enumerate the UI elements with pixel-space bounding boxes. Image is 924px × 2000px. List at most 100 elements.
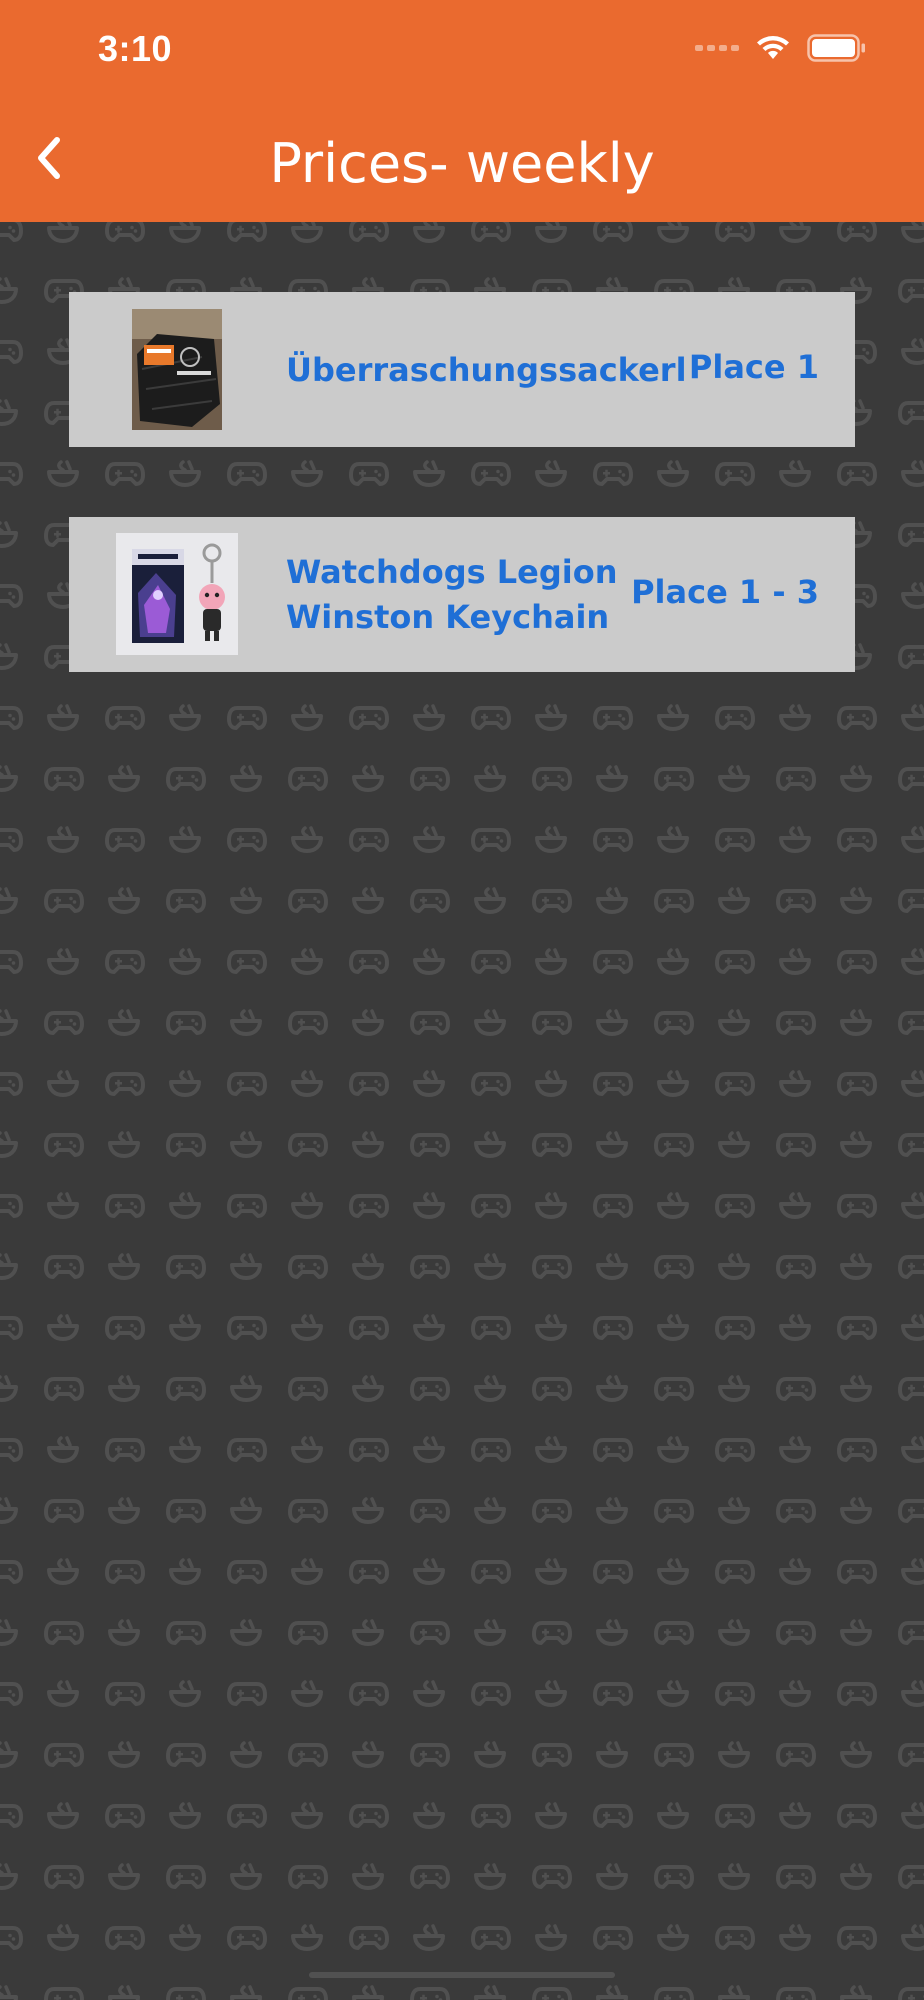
bowl-icon	[230, 1131, 262, 1158]
prize-name: Überraschungssackerl	[286, 351, 687, 389]
gamepad-icon	[532, 1865, 572, 1889]
gamepad-icon	[227, 1804, 267, 1828]
gamepad-icon	[288, 1377, 328, 1401]
gamepad-icon	[837, 1926, 877, 1950]
gamepad-icon	[349, 1682, 389, 1706]
bowl-icon	[596, 1863, 628, 1890]
bowl-icon	[169, 1924, 201, 1951]
bowl-icon	[47, 460, 79, 487]
gamepad-icon	[776, 1865, 816, 1889]
gamepad-icon	[776, 1499, 816, 1523]
gamepad-icon	[288, 1133, 328, 1157]
gamepad-icon	[0, 340, 23, 364]
gamepad-icon	[410, 1499, 450, 1523]
gamepad-icon	[837, 1560, 877, 1584]
gamepad-icon	[715, 1804, 755, 1828]
status-time: 3:10	[98, 28, 173, 69]
bowl-icon	[840, 1741, 872, 1768]
prize-card[interactable]: Überraschungssackerl Place 1	[69, 292, 855, 447]
bowl-icon	[901, 1802, 924, 1829]
gamepad-icon	[105, 950, 145, 974]
bowl-icon	[108, 1497, 140, 1524]
gamepad-icon	[166, 767, 206, 791]
gamepad-icon	[532, 767, 572, 791]
bowl-icon	[413, 1192, 445, 1219]
bowl-icon	[169, 1680, 201, 1707]
bowl-icon	[108, 1009, 140, 1036]
gamepad-icon	[288, 1255, 328, 1279]
bowl-icon	[0, 765, 18, 792]
bowl-icon	[47, 1558, 79, 1585]
bowl-icon	[413, 1680, 445, 1707]
bowl-icon	[0, 1009, 18, 1036]
gamepad-icon	[898, 1621, 924, 1645]
gamepad-icon	[0, 222, 23, 242]
bowl-icon	[840, 887, 872, 914]
bowl-icon	[352, 1497, 384, 1524]
bowl-icon	[474, 765, 506, 792]
gamepad-icon	[898, 523, 924, 547]
bowl-icon	[230, 765, 262, 792]
bowl-icon	[474, 1253, 506, 1280]
bowl-icon	[657, 704, 689, 731]
gamepad-icon	[166, 1133, 206, 1157]
bowl-icon	[718, 765, 750, 792]
gamepad-icon	[288, 1011, 328, 1035]
background-pattern	[0, 222, 924, 2000]
bowl-icon	[108, 1619, 140, 1646]
bowl-icon	[169, 1314, 201, 1341]
bowl-icon	[413, 704, 445, 731]
gamepad-icon	[227, 1194, 267, 1218]
bowl-icon	[535, 460, 567, 487]
bowl-icon	[718, 1619, 750, 1646]
gamepad-icon	[532, 1987, 572, 2000]
bowl-icon	[779, 1680, 811, 1707]
gamepad-icon	[654, 1499, 694, 1523]
gamepad-icon	[44, 1133, 84, 1157]
gamepad-icon	[288, 1987, 328, 2000]
gamepad-icon	[349, 1560, 389, 1584]
bowl-icon	[779, 460, 811, 487]
gamepad-icon	[166, 1011, 206, 1035]
bowl-icon	[474, 1497, 506, 1524]
gamepad-icon	[898, 1743, 924, 1767]
bowl-icon	[352, 1985, 384, 2000]
gamepad-icon	[105, 1194, 145, 1218]
gamepad-icon	[44, 1987, 84, 2000]
gamepad-icon	[227, 1316, 267, 1340]
gamepad-icon	[898, 1987, 924, 2000]
bowl-icon	[840, 1375, 872, 1402]
bowl-icon	[47, 826, 79, 853]
bowl-icon	[535, 1070, 567, 1097]
bowl-icon	[0, 1497, 18, 1524]
bowl-icon	[291, 460, 323, 487]
wifi-icon	[757, 36, 789, 59]
gamepad-icon	[837, 462, 877, 486]
bowl-icon	[47, 1070, 79, 1097]
gamepad-icon	[105, 1682, 145, 1706]
bowl-icon	[718, 1131, 750, 1158]
bowl-icon	[108, 1131, 140, 1158]
bowl-icon	[840, 1131, 872, 1158]
gamepad-icon	[471, 1926, 511, 1950]
gamepad-icon	[0, 1682, 23, 1706]
bowl-icon	[535, 1924, 567, 1951]
prize-card[interactable]: Watchdogs Legion Winston Keychain Place …	[69, 517, 855, 672]
bowl-icon	[535, 1314, 567, 1341]
gamepad-icon	[410, 1011, 450, 1035]
bowl-icon	[352, 1741, 384, 1768]
bowl-icon	[657, 1314, 689, 1341]
gamepad-icon	[227, 706, 267, 730]
bowl-icon	[901, 1436, 924, 1463]
bowl-icon	[230, 1253, 262, 1280]
gamepad-icon	[837, 1072, 877, 1096]
gamepad-icon	[410, 1133, 450, 1157]
bowl-icon	[413, 1314, 445, 1341]
gamepad-icon	[532, 1377, 572, 1401]
bowl-icon	[169, 704, 201, 731]
gamepad-icon	[227, 950, 267, 974]
prize-name: Watchdogs Legion Winston Keychain	[286, 553, 618, 636]
bowl-icon	[108, 1863, 140, 1890]
gamepad-icon	[471, 1072, 511, 1096]
gamepad-icon	[715, 1194, 755, 1218]
